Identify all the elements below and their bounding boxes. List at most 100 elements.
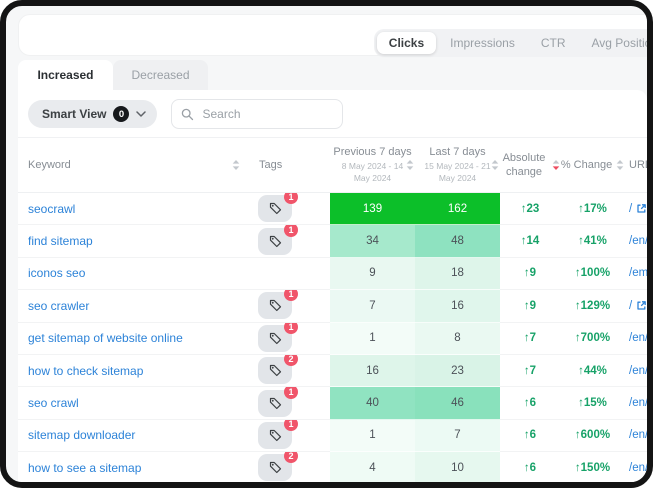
previous-7-days-value: 34 (330, 225, 415, 257)
absolute-change-value: ↑6 (500, 387, 560, 419)
previous-7-days-value: 1 (330, 323, 415, 355)
url-link[interactable]: /en/ (625, 355, 647, 387)
last-7-days-value: 162 (415, 193, 500, 225)
keyword-link[interactable]: how to check sitemap (18, 355, 250, 387)
sort-icon[interactable] (232, 159, 240, 171)
tag-chip-button[interactable]: 1 (258, 325, 292, 352)
last-7-days-value: 10 (415, 452, 500, 484)
tag-chip-button[interactable]: 1 (258, 422, 292, 449)
trend-tabs: Increased Decreased (18, 60, 208, 90)
tags-cell: 1 (250, 225, 330, 257)
absolute-change-value: ↑7 (500, 355, 560, 387)
percent-change-value: ↑15% (560, 387, 625, 419)
url-link[interactable]: / (625, 290, 647, 322)
percent-change-label: % Change (561, 159, 612, 171)
external-link-icon[interactable] (636, 203, 647, 214)
chevron-down-icon (136, 111, 146, 117)
url-link[interactable]: /en/ (625, 387, 647, 419)
tag-icon (269, 299, 282, 312)
main-panel: Smart View 0 Keyword (18, 90, 647, 482)
metric-tab-impressions[interactable]: Impressions (438, 32, 527, 54)
last-7-days-value: 23 (415, 355, 500, 387)
tag-count-badge: 2 (284, 355, 298, 366)
previous-7-days-value: 9 (330, 258, 415, 290)
keyword-link[interactable]: find sitemap (18, 225, 250, 257)
percent-change-value: ↑17% (560, 193, 625, 225)
tag-chip-button[interactable]: 2 (258, 357, 292, 384)
keyword-link[interactable]: get sitemap of website online (18, 323, 250, 355)
last-7-days-value: 8 (415, 323, 500, 355)
tags-cell: 2 (250, 355, 330, 387)
previous-7-days-value: 40 (330, 387, 415, 419)
last-7-days-range: 15 May 2024 - 21 May 2024 (419, 161, 497, 183)
search-icon (181, 108, 194, 121)
tags-cell (250, 258, 330, 290)
percent-change-value: ↑129% (560, 290, 625, 322)
url-link[interactable]: /en/ (625, 225, 647, 257)
external-link-icon[interactable] (636, 300, 647, 311)
tags-cell: 2 (250, 452, 330, 484)
url-text: / (629, 300, 632, 312)
smart-view-count-badge: 0 (113, 106, 129, 122)
column-header-previous-7-days[interactable]: Previous 7 days 8 May 2024 - 14 May 2024 (330, 138, 415, 192)
tag-chip-button[interactable]: 1 (258, 228, 292, 255)
sort-icon[interactable] (616, 159, 624, 171)
tag-chip-button[interactable]: 1 (258, 292, 292, 319)
keyword-link[interactable]: seo crawler (18, 290, 250, 322)
url-text: / (629, 203, 632, 215)
absolute-change-value: ↑7 (500, 323, 560, 355)
percent-change-value: ↑600% (560, 420, 625, 452)
url-link[interactable]: /en/ (625, 420, 647, 452)
last-7-days-value: 7 (415, 420, 500, 452)
search-box[interactable] (171, 99, 343, 129)
tags-cell: 1 (250, 290, 330, 322)
url-text: /en/ (629, 429, 647, 441)
column-header-last-7-days[interactable]: Last 7 days 15 May 2024 - 21 May 2024 (415, 138, 500, 192)
column-header-percent-change[interactable]: % Change (560, 138, 625, 192)
url-link[interactable]: /en/ (625, 323, 647, 355)
sort-icon-active-desc[interactable] (552, 159, 560, 171)
metric-tab-ctr[interactable]: CTR (529, 32, 578, 54)
tag-chip-button[interactable]: 2 (258, 454, 292, 481)
previous-7-days-range: 8 May 2024 - 14 May 2024 (334, 161, 412, 183)
metric-tab-avg-position[interactable]: Avg Position (580, 32, 653, 54)
sort-icon[interactable] (406, 159, 414, 171)
tab-decreased[interactable]: Decreased (113, 60, 208, 90)
column-header-tags: Tags (250, 138, 330, 192)
table-header-row: Keyword Tags Previous 7 days 8 May 2024 … (18, 137, 647, 193)
last-7-days-value: 16 (415, 290, 500, 322)
column-header-absolute-change[interactable]: Absolute change (500, 138, 560, 192)
keyword-link[interactable]: seo crawl (18, 387, 250, 419)
last-7-days-value: 48 (415, 225, 500, 257)
previous-7-days-value: 7 (330, 290, 415, 322)
tags-cell: 1 (250, 193, 330, 225)
table-row: find sitemap 1 34 48 ↑14 ↑41% /en/ (18, 225, 647, 257)
keyword-link[interactable]: iconos seo (18, 258, 250, 290)
keyword-link[interactable]: seocrawl (18, 193, 250, 225)
tag-chip-button[interactable]: 1 (258, 195, 292, 222)
search-input[interactable] (200, 106, 333, 122)
url-link[interactable]: /em (625, 258, 647, 290)
url-text: /en/ (629, 397, 647, 409)
table-row: sitemap downloader 1 1 7 ↑6 ↑600% /en/ (18, 420, 647, 452)
url-link[interactable]: / (625, 193, 647, 225)
tag-icon (269, 364, 282, 377)
keyword-link[interactable]: sitemap downloader (18, 420, 250, 452)
column-header-keyword[interactable]: Keyword (18, 138, 250, 192)
metric-switcher: ClicksImpressionsCTRAvg Position (374, 29, 653, 57)
last-7-days-title: Last 7 days (429, 146, 485, 158)
metric-toolbar-card: ClicksImpressionsCTRAvg Position (18, 14, 653, 56)
metric-tab-clicks[interactable]: Clicks (377, 32, 436, 54)
url-link[interactable]: /en/ (625, 452, 647, 484)
sort-icon[interactable] (491, 159, 499, 171)
tag-icon (269, 332, 282, 345)
tag-chip-button[interactable]: 1 (258, 390, 292, 417)
url-text: /em (629, 267, 647, 279)
keyword-link[interactable]: how to see a sitemap (18, 452, 250, 484)
smart-view-dropdown[interactable]: Smart View 0 (28, 100, 157, 128)
last-7-days-value: 46 (415, 387, 500, 419)
tag-icon (269, 429, 282, 442)
table-row: seo crawl 1 40 46 ↑6 ↑15% /en/ (18, 387, 647, 419)
tab-increased[interactable]: Increased (18, 60, 113, 90)
tag-icon (269, 202, 282, 215)
